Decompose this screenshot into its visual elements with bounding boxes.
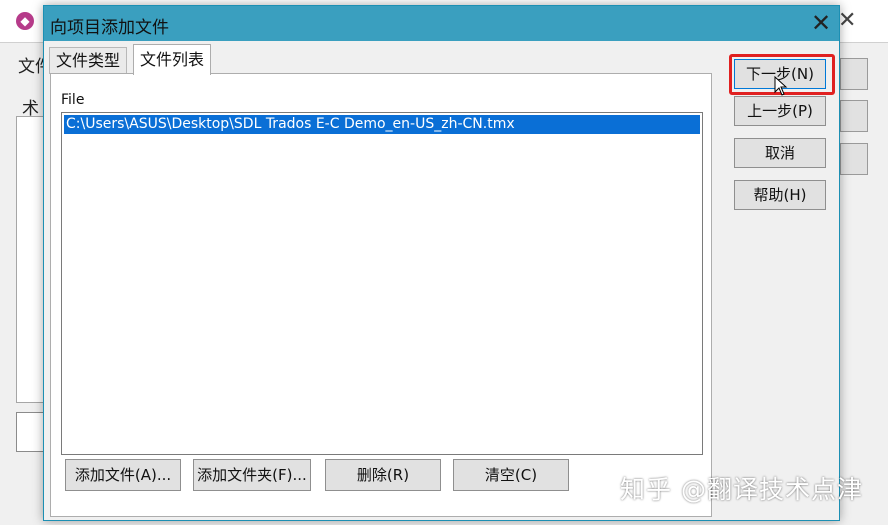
app-logo-icon: ◆: [16, 12, 34, 30]
clear-button[interactable]: 清空(C): [453, 459, 569, 491]
background-close-icon[interactable]: ✕: [838, 8, 856, 33]
back-button[interactable]: 上一步(P): [734, 96, 826, 126]
dialog-title: 向项目添加文件: [50, 18, 169, 38]
dialog-titlebar: 向项目添加文件 ✕: [44, 6, 839, 41]
cancel-button[interactable]: 取消: [734, 138, 826, 168]
background-button-3: [840, 143, 868, 175]
mouse-cursor-icon: [774, 76, 788, 96]
background-panel: [16, 116, 44, 403]
help-button[interactable]: 帮助(H): [734, 180, 826, 210]
file-list-panel: File C:\Users\ASUS\Desktop\SDL Trados E-…: [50, 73, 712, 517]
add-file-button[interactable]: 添加文件(A)...: [65, 459, 181, 491]
delete-button[interactable]: 删除(R): [325, 459, 441, 491]
watermark: 知乎 @翻译技术点津: [620, 475, 863, 504]
background-bottom-field: [16, 412, 44, 452]
tab-file-list[interactable]: 文件列表: [133, 44, 212, 75]
list-item[interactable]: C:\Users\ASUS\Desktop\SDL Trados E-C Dem…: [64, 115, 700, 134]
file-list[interactable]: C:\Users\ASUS\Desktop\SDL Trados E-C Dem…: [61, 112, 703, 455]
background-button-2: [840, 100, 868, 132]
close-icon[interactable]: ✕: [806, 8, 836, 38]
tab-file-types[interactable]: 文件类型: [49, 47, 128, 74]
add-folder-button[interactable]: 添加文件夹(F)...: [193, 459, 311, 491]
add-files-dialog: 向项目添加文件 ✕ 文件类型 文件列表 File C:\Users\ASUS\D…: [43, 5, 840, 521]
file-column-header: File: [61, 92, 85, 108]
background-button-1: [840, 58, 868, 90]
